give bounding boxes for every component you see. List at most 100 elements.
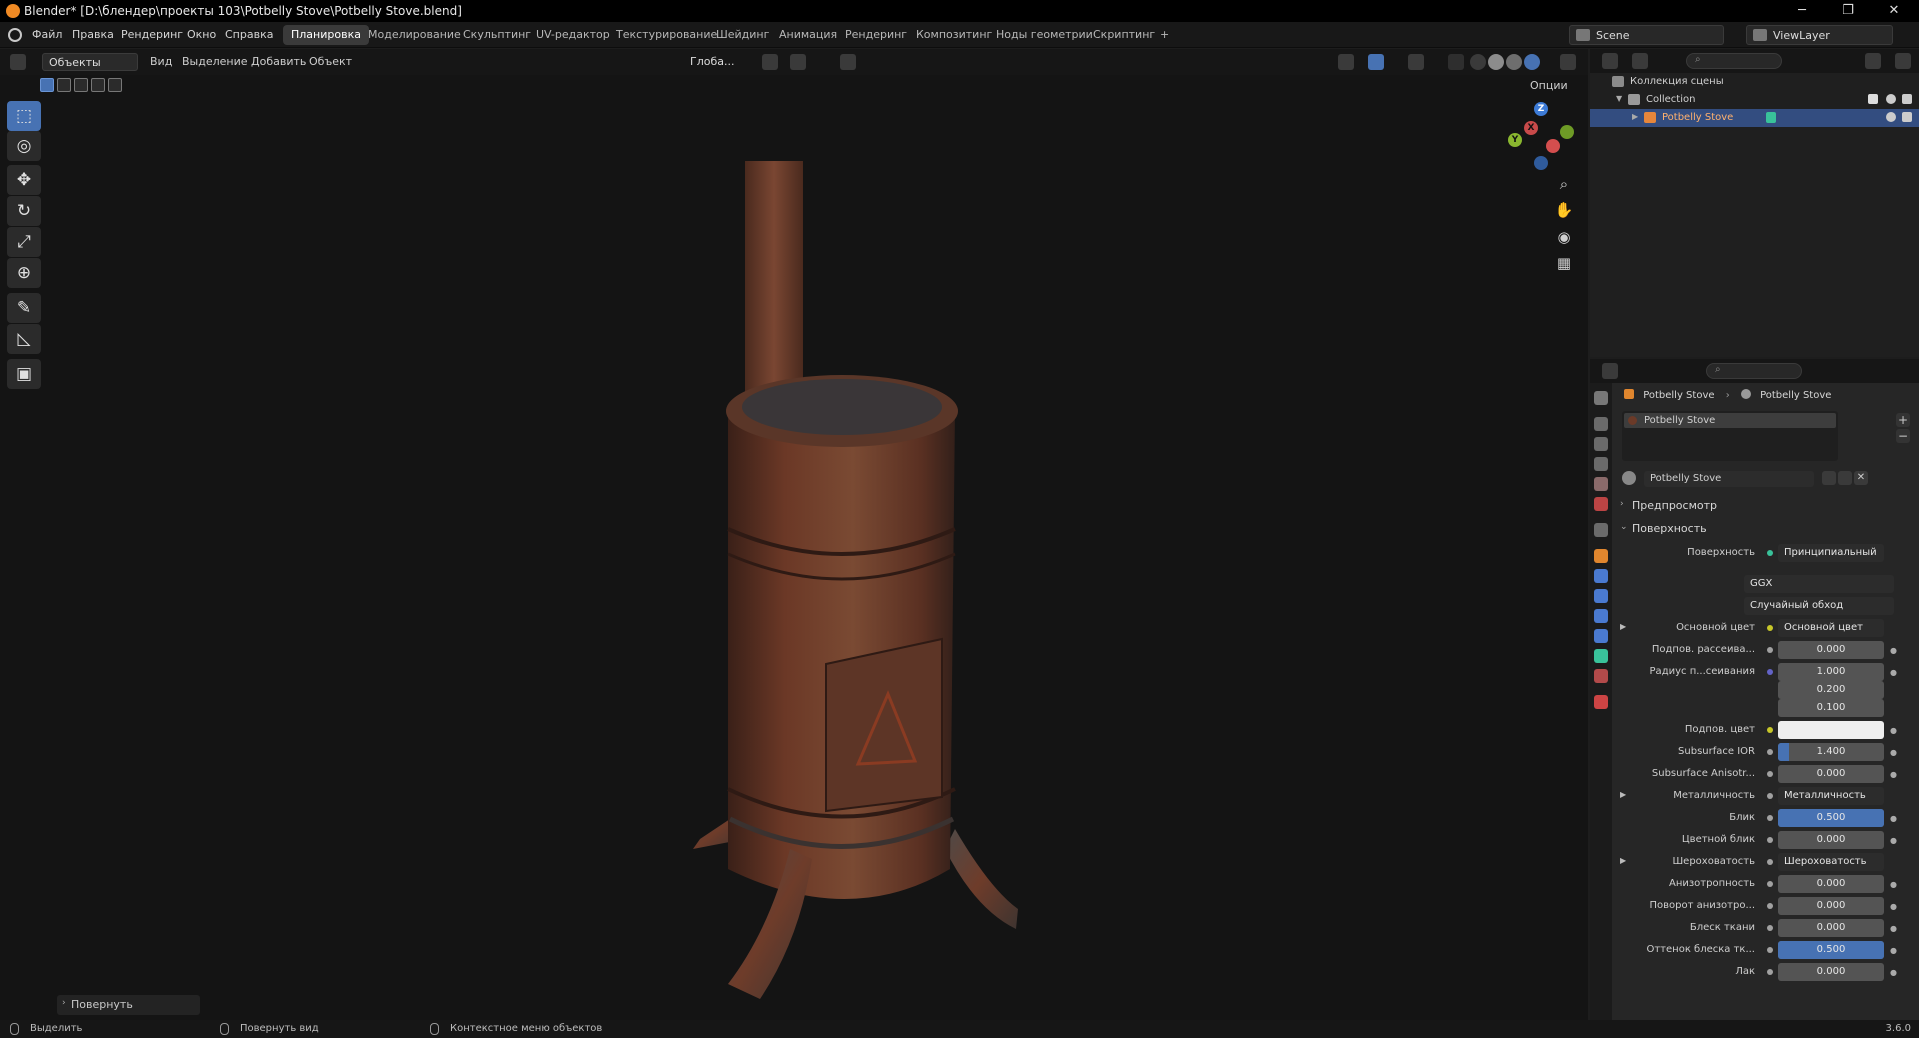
object-data-tab-icon[interactable] bbox=[1594, 649, 1608, 663]
object-tab-icon[interactable] bbox=[1594, 549, 1608, 563]
add-slot-button[interactable]: + bbox=[1896, 413, 1910, 427]
subsurface-color-swatch[interactable] bbox=[1778, 721, 1884, 739]
keyframe-dot-icon[interactable]: ● bbox=[1890, 726, 1897, 735]
overlays-icon[interactable] bbox=[1408, 54, 1424, 70]
shading-solid-icon[interactable] bbox=[1488, 54, 1504, 70]
zoom-icon[interactable]: ⌕ bbox=[1553, 173, 1575, 195]
interaction-mode-dropdown[interactable]: Объекты bbox=[42, 53, 138, 71]
fake-user-icon[interactable] bbox=[1822, 471, 1836, 485]
subsurface-radius-z-field[interactable]: 0.100 bbox=[1778, 699, 1884, 717]
physics-tab-icon[interactable] bbox=[1594, 609, 1608, 623]
workspace-tab-uv-editing[interactable]: UV-редактор bbox=[528, 25, 618, 45]
expand-triangle-icon[interactable]: ▶ bbox=[1620, 856, 1626, 865]
expand-triangle-icon[interactable]: ▶ bbox=[1620, 790, 1626, 799]
keyframe-dot-icon[interactable]: ● bbox=[1890, 646, 1897, 655]
subsurface-method-dropdown[interactable]: Случайный обход bbox=[1744, 597, 1894, 615]
visibility-eye-icon[interactable] bbox=[1886, 94, 1896, 104]
workspace-tab-modeling[interactable]: Моделирование bbox=[360, 25, 469, 45]
aniso-rotation-field[interactable]: 0.000 bbox=[1778, 897, 1884, 915]
select-mode-intersect-icon[interactable] bbox=[108, 78, 122, 92]
cursor-tool-icon[interactable]: ◎ bbox=[7, 131, 41, 161]
shading-material-preview-icon[interactable] bbox=[1506, 54, 1522, 70]
scale-tool-icon[interactable]: ⤢ bbox=[7, 227, 41, 257]
keyframe-dot-icon[interactable]: ● bbox=[1890, 968, 1897, 977]
workspace-tab-animation[interactable]: Анимация bbox=[771, 25, 845, 45]
outliner-row-collection[interactable]: ▼ Collection bbox=[1590, 91, 1919, 109]
rotate-tool-icon[interactable]: ↻ bbox=[7, 196, 41, 226]
subsurface-radius-x-field[interactable]: 1.000 bbox=[1778, 663, 1884, 681]
output-tab-icon[interactable] bbox=[1594, 437, 1608, 451]
keyframe-dot-icon[interactable]: ● bbox=[1890, 748, 1897, 757]
modifiers-tab-icon[interactable] bbox=[1594, 569, 1608, 583]
shading-rendered-icon[interactable] bbox=[1524, 54, 1540, 70]
render-camera-icon[interactable] bbox=[1902, 94, 1912, 104]
surface-panel-header[interactable]: ⌄ Поверхность bbox=[1614, 519, 1919, 539]
duplicate-material-icon[interactable] bbox=[1838, 471, 1852, 485]
options-dropdown[interactable]: Опции bbox=[1530, 77, 1568, 95]
gizmo-z-axis-negative[interactable] bbox=[1534, 156, 1548, 170]
keyframe-dot-icon[interactable]: ● bbox=[1890, 668, 1897, 677]
metallic-field[interactable]: Металличность bbox=[1778, 787, 1884, 805]
properties-editor-type-icon[interactable] bbox=[1602, 363, 1618, 379]
texture-tab-icon[interactable] bbox=[1594, 695, 1608, 709]
subsurface-aniso-field[interactable]: 0.000 bbox=[1778, 765, 1884, 783]
object-render-camera-icon[interactable] bbox=[1902, 112, 1912, 122]
blender-logo-icon[interactable] bbox=[8, 28, 22, 42]
unlink-material-icon[interactable]: ✕ bbox=[1854, 471, 1868, 485]
sheen-field[interactable]: 0.000 bbox=[1778, 919, 1884, 937]
outliner-row-potbelly-stove[interactable]: ▶ Potbelly Stove bbox=[1590, 109, 1919, 127]
preview-panel-header[interactable]: › Предпросмотр bbox=[1614, 496, 1919, 516]
constraints-tab-icon[interactable] bbox=[1594, 629, 1608, 643]
workspace-tab-geometry-nodes[interactable]: Ноды геометрии bbox=[988, 25, 1101, 45]
gizmo-z-axis[interactable]: Z bbox=[1534, 102, 1548, 116]
keyframe-dot-icon[interactable]: ● bbox=[1890, 770, 1897, 779]
gizmo-y-axis-negative[interactable]: Y bbox=[1508, 133, 1522, 147]
workspace-tab-sculpting[interactable]: Скульптинг bbox=[455, 25, 539, 45]
measure-tool-icon[interactable]: ◺ bbox=[7, 324, 41, 354]
remove-slot-button[interactable]: − bbox=[1896, 429, 1910, 443]
material-name-field[interactable]: Potbelly Stove bbox=[1644, 471, 1814, 487]
properties-search-input[interactable]: ⌕ bbox=[1706, 363, 1802, 379]
world-tab-icon[interactable] bbox=[1594, 497, 1608, 511]
workspace-tab-rendering[interactable]: Рендеринг bbox=[837, 25, 915, 45]
outliner-search-input[interactable]: ⌕ bbox=[1686, 53, 1782, 69]
scene-tab-icon[interactable] bbox=[1594, 477, 1608, 491]
visibility-filter-icon[interactable] bbox=[1338, 54, 1354, 70]
add-cube-tool-icon[interactable]: ▣ bbox=[7, 359, 41, 389]
material-slot-row[interactable]: Potbelly Stove bbox=[1624, 413, 1836, 428]
collapse-arrow-icon[interactable]: ▶ bbox=[1632, 112, 1638, 121]
potbelly-stove-model[interactable] bbox=[0, 49, 1588, 1020]
outliner-row-scene-collection[interactable]: Коллекция сцены bbox=[1590, 73, 1919, 91]
menu-help[interactable]: Справка bbox=[225, 28, 273, 41]
collection-tab-icon[interactable] bbox=[1594, 523, 1608, 537]
select-mode-subtract-icon[interactable] bbox=[74, 78, 88, 92]
display-mode-icon[interactable] bbox=[1632, 53, 1648, 69]
expand-triangle-icon[interactable]: ▶ bbox=[1620, 622, 1626, 631]
subsurface-ior-field[interactable]: 1.400 bbox=[1778, 743, 1884, 761]
keyframe-dot-icon[interactable]: ● bbox=[1890, 814, 1897, 823]
material-tab-icon[interactable] bbox=[1594, 669, 1608, 683]
camera-view-icon[interactable]: ◉ bbox=[1553, 226, 1575, 248]
move-tool-icon[interactable]: ✥ bbox=[7, 165, 41, 195]
minimize-button[interactable]: ─ bbox=[1779, 0, 1825, 22]
menu-view[interactable]: Вид bbox=[150, 53, 172, 71]
particles-tab-icon[interactable] bbox=[1594, 589, 1608, 603]
workspace-tab-layout[interactable]: Планировка bbox=[283, 25, 369, 45]
specular-tint-field[interactable]: 0.000 bbox=[1778, 831, 1884, 849]
perspective-grid-icon[interactable]: ▦ bbox=[1553, 252, 1575, 274]
gizmo-toggle-icon[interactable] bbox=[1368, 54, 1384, 70]
material-slot-list[interactable]: Potbelly Stove bbox=[1622, 411, 1838, 461]
workspace-tab-compositing[interactable]: Композитинг bbox=[908, 25, 1000, 45]
exclude-checkbox[interactable] bbox=[1868, 94, 1878, 104]
shading-wireframe-icon[interactable] bbox=[1470, 54, 1486, 70]
menu-file[interactable]: Файл bbox=[32, 28, 62, 41]
tool-tab-icon[interactable] bbox=[1594, 391, 1608, 405]
xray-icon[interactable] bbox=[1448, 54, 1464, 70]
menu-select[interactable]: Выделение bbox=[182, 53, 248, 71]
proportional-editing-icon[interactable] bbox=[840, 54, 856, 70]
menu-render[interactable]: Рендеринг bbox=[121, 28, 183, 41]
keyframe-dot-icon[interactable]: ● bbox=[1890, 946, 1897, 955]
surface-shader-field[interactable]: Принципиальный BSDF bbox=[1778, 544, 1884, 562]
select-mode-invert-icon[interactable] bbox=[91, 78, 105, 92]
filter-icon[interactable] bbox=[1865, 53, 1881, 69]
